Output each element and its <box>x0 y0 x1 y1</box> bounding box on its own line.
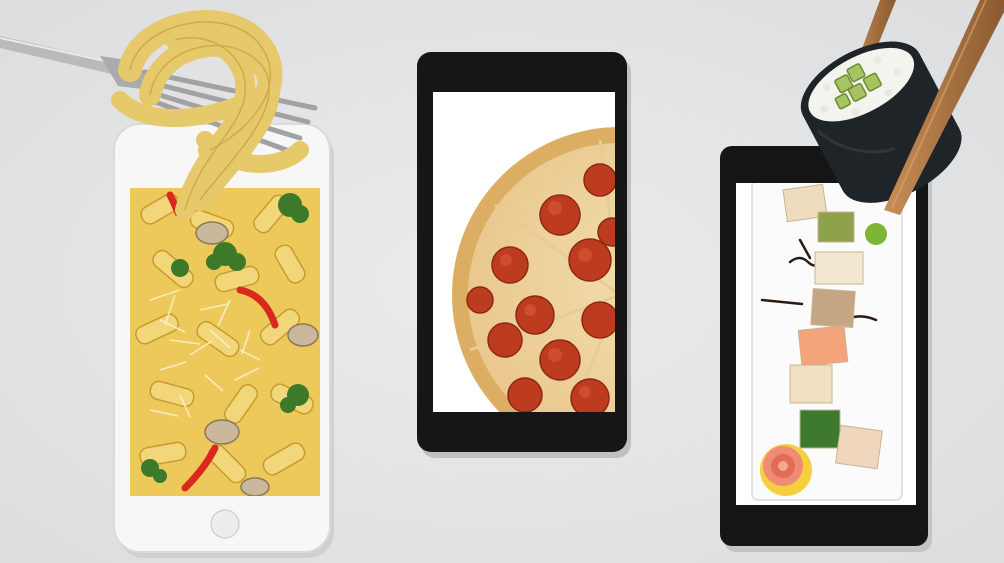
sushi-platter <box>751 183 903 501</box>
photo-canvas <box>0 0 1004 563</box>
food-phones-photo <box>0 0 1004 563</box>
pasta-dish <box>130 188 320 496</box>
white-smartphone <box>113 123 334 558</box>
home-button <box>210 509 240 539</box>
